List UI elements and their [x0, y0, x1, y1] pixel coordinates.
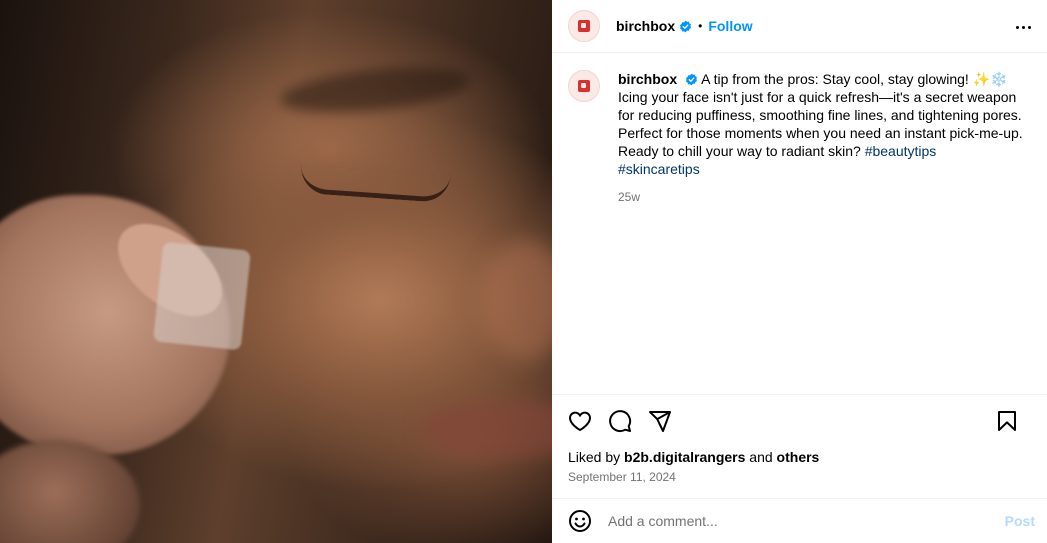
photo-nose	[480, 240, 552, 360]
header-separator: •	[698, 19, 703, 33]
caption: birchbox A tip from the pros: Stay cool,…	[618, 70, 1023, 394]
verified-badge-icon	[686, 73, 697, 86]
follow-button[interactable]: Follow	[708, 18, 752, 34]
photo-closed-eye	[299, 164, 451, 204]
caption-section: birchbox A tip from the pros: Stay cool,…	[552, 54, 1047, 394]
likes-prefix: Liked by	[568, 449, 625, 465]
likes-summary: Liked by b2b.digitalrangers and others	[552, 448, 1047, 466]
photo-lips	[420, 400, 552, 460]
post-date[interactable]: September 11, 2024	[552, 470, 1047, 484]
action-bar	[552, 395, 1047, 447]
share-icon[interactable]	[648, 409, 672, 433]
bookmark-icon[interactable]	[995, 409, 1019, 433]
caption-username[interactable]: birchbox	[618, 71, 677, 87]
liked-by-others-link[interactable]: others	[777, 449, 820, 465]
caption-text: A tip from the pros: Stay cool, stay glo…	[618, 71, 1023, 159]
author-avatar[interactable]	[568, 10, 600, 42]
more-options-icon[interactable]	[1011, 15, 1035, 39]
comment-input[interactable]	[608, 513, 988, 529]
hashtag-link[interactable]: #beautytips	[865, 143, 937, 159]
post-image[interactable]	[0, 0, 552, 543]
author-username[interactable]: birchbox	[616, 18, 675, 34]
photo-brow	[278, 60, 472, 120]
photo-lower-hand	[0, 440, 140, 543]
engagement-section: Liked by b2b.digitalrangers and others S…	[552, 394, 1047, 498]
hashtag-link[interactable]: #skincaretips	[618, 161, 700, 177]
caption-author-avatar[interactable]	[568, 70, 600, 102]
post-details-panel: birchbox • Follow birchbox A tip from th…	[552, 0, 1047, 543]
brand-logo-icon	[578, 80, 590, 92]
post-timestamp[interactable]: 25w	[618, 188, 1023, 206]
photo-ice-cube	[153, 241, 251, 351]
heart-icon[interactable]	[568, 409, 592, 433]
verified-badge-icon	[680, 20, 692, 32]
brand-logo-icon	[578, 20, 590, 32]
liked-by-user-link[interactable]: b2b.digitalrangers	[624, 449, 745, 465]
comment-icon[interactable]	[608, 409, 632, 433]
emoji-icon[interactable]	[568, 509, 592, 533]
post-header: birchbox • Follow	[552, 0, 1047, 53]
likes-middle: and	[745, 449, 777, 465]
post-comment-button[interactable]: Post	[1005, 513, 1035, 529]
comment-bar: Post	[552, 498, 1047, 543]
